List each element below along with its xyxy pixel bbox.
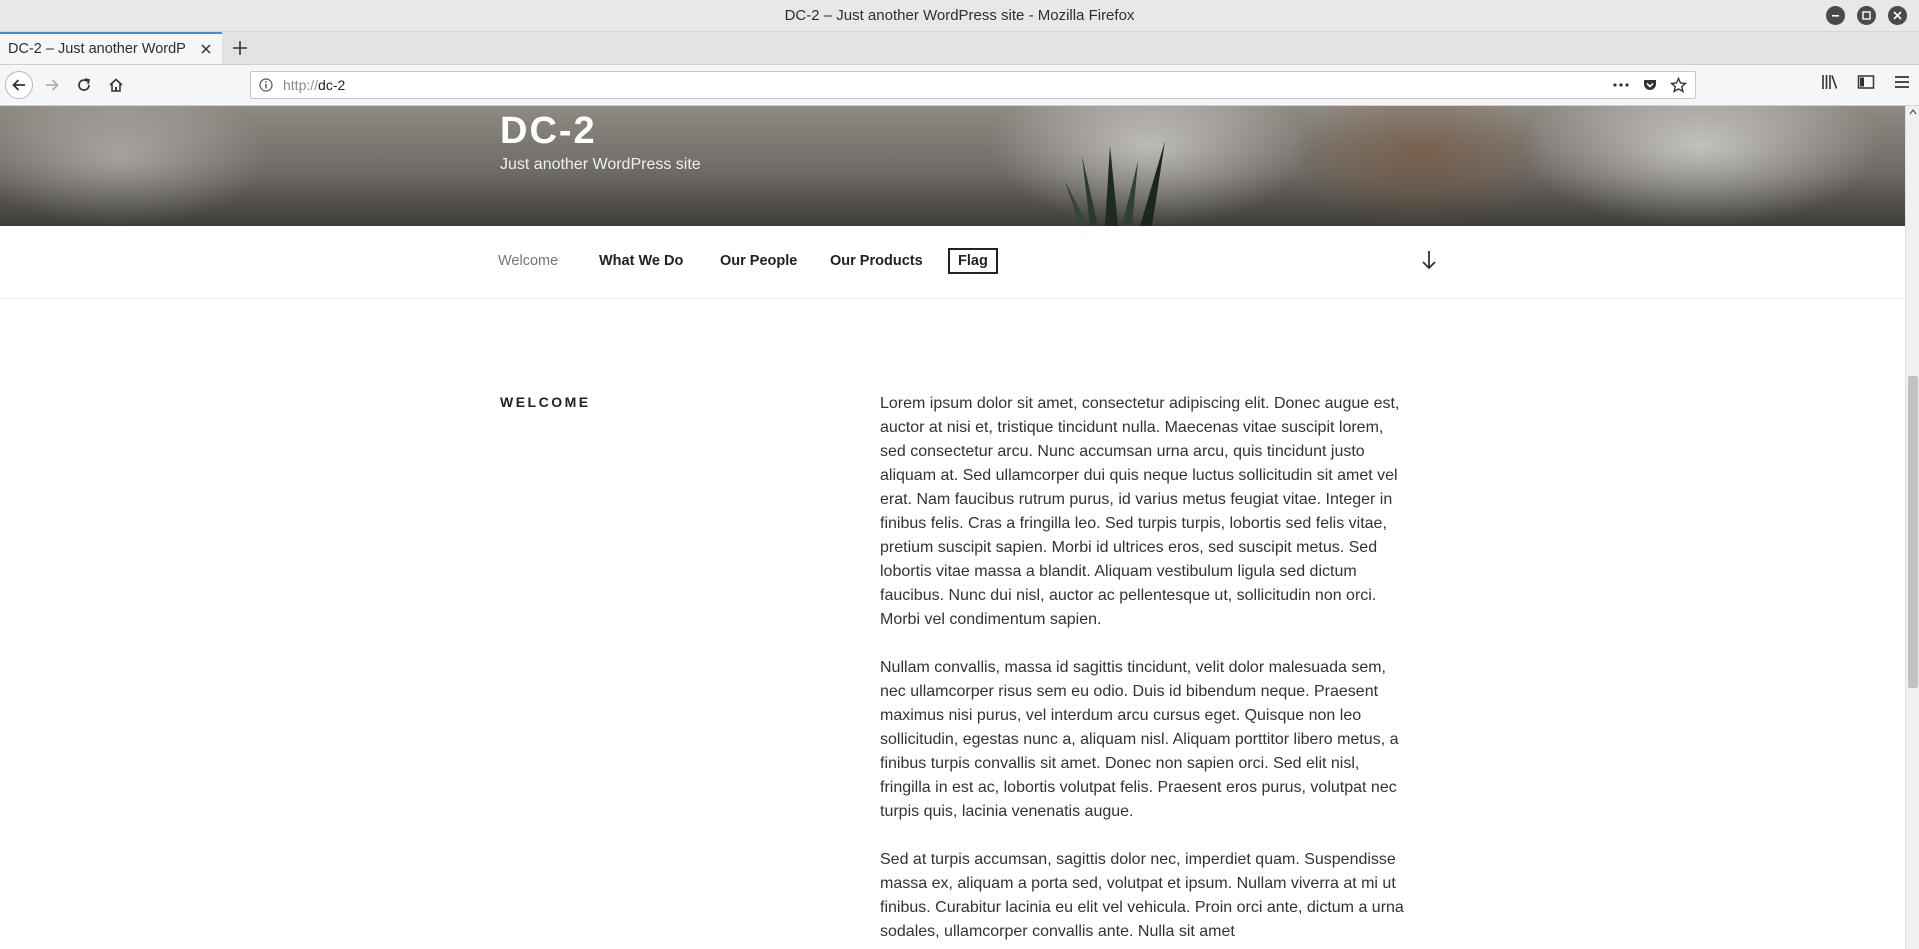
star-icon[interactable] [1670,77,1687,93]
page-actions-icon[interactable] [1612,77,1630,93]
maximize-button[interactable] [1857,6,1876,25]
url-bar[interactable]: http://dc-2 [250,71,1696,99]
tab-active[interactable]: DC-2 – Just another WordP [0,32,222,64]
minimize-button[interactable] [1826,6,1845,25]
page-scrollbar[interactable] [1905,106,1919,949]
scrollbar-thumb[interactable] [1908,376,1918,688]
tab-title: DC-2 – Just another WordP [8,41,186,57]
url-protocol: http:// [283,77,319,93]
back-arrow-icon [12,79,25,91]
sidebar-icon[interactable] [1857,73,1875,91]
window-titlebar: DC-2 – Just another WordPress site - Moz… [0,0,1919,32]
page-viewport: DC-2 Just another WordPress site Welcome… [0,106,1905,949]
forward-button[interactable] [40,73,64,97]
close-icon [1893,11,1902,20]
reload-icon [78,78,91,91]
window-controls [1826,6,1907,25]
toolbar-right [1821,73,1911,91]
info-icon[interactable] [259,78,273,92]
maximize-icon [1862,11,1871,20]
plant-image [1065,141,1165,226]
pocket-icon[interactable] [1642,77,1658,93]
entry-paragraph: Lorem ipsum dolor sit amet, consectetur … [880,395,1400,628]
menu-item-our-products[interactable]: Our Products [830,253,923,269]
close-window-button[interactable] [1888,6,1907,25]
hamburger-menu-icon[interactable] [1893,73,1911,91]
url-host: dc-2 [318,77,346,93]
menu-item-what-we-do[interactable]: What We Do [599,253,683,269]
back-button[interactable] [5,71,33,99]
navigation-toolbar: http://dc-2 [0,65,1919,106]
entry-paragraph: Nullam convallis, massa id sagittis tinc… [880,659,1399,820]
menu-item-welcome[interactable]: Welcome [498,253,558,269]
scroll-down-arrow-icon[interactable] [1419,248,1439,272]
url-actions [1612,77,1687,93]
home-icon [109,78,123,92]
entry-paragraph: Sed at turpis accumsan, sagittis dolor n… [880,851,1404,940]
forward-arrow-icon [46,79,59,91]
header-image: DC-2 Just another WordPress site [0,106,1905,226]
entry-title: WELCOME [500,394,591,410]
entry-content: Lorem ipsum dolor sit amet, consectetur … [880,392,1410,949]
window-title: DC-2 – Just another WordPress site - Moz… [784,7,1135,24]
new-tab-icon[interactable] [231,39,249,57]
site-description: Just another WordPress site [500,156,701,173]
main-navigation: Welcome What We Do Our People Our Produc… [0,226,1905,299]
library-icon[interactable] [1821,73,1839,91]
home-button[interactable] [104,73,128,97]
tab-strip: DC-2 – Just another WordP [0,32,1919,65]
scroll-up-arrow-icon[interactable] [1909,109,1917,115]
menu-item-our-people[interactable]: Our People [720,253,797,269]
tab-close-icon[interactable] [198,41,214,57]
menu-item-flag[interactable]: Flag [948,248,998,274]
minimize-icon [1832,15,1839,17]
url-text[interactable]: http://dc-2 [283,77,345,93]
site-title[interactable]: DC-2 [500,110,597,153]
reload-button[interactable] [72,73,96,97]
